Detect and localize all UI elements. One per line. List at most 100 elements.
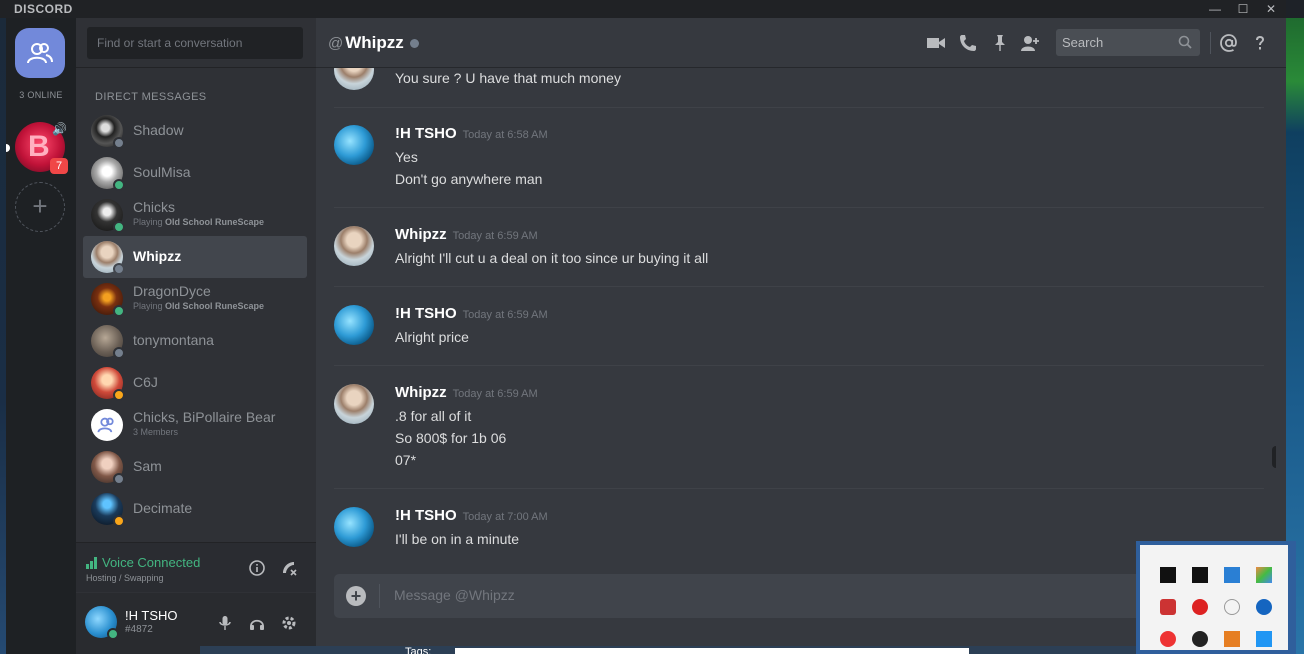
upload-plus-icon[interactable]: + — [346, 586, 366, 606]
author-name[interactable]: Whipzz — [395, 226, 447, 243]
dm-name: SoulMisa — [133, 164, 191, 180]
video-call-icon[interactable] — [926, 33, 946, 53]
tray-app-icon[interactable] — [1160, 599, 1176, 615]
author-name[interactable]: !H TSHO — [395, 125, 457, 142]
avatar[interactable] — [334, 384, 374, 424]
dm-item[interactable]: SoulMisa — [83, 152, 307, 194]
dm-item[interactable]: C6J — [83, 362, 307, 404]
message-author: !H TSHO Today at 7:00 AM — [395, 507, 548, 524]
search-input[interactable]: Search — [1056, 29, 1200, 56]
desktop-background-bottom: Tags: — [200, 646, 1140, 654]
tray-app-icon[interactable] — [1192, 567, 1208, 583]
dm-activity: Playing Old School RuneScape — [133, 301, 265, 311]
pin-icon[interactable] — [990, 33, 1010, 53]
microphone-icon[interactable] — [216, 614, 234, 632]
avatar[interactable] — [334, 305, 374, 345]
avatar[interactable] — [334, 68, 374, 90]
signal-icon — [86, 557, 97, 569]
add-friend-icon[interactable] — [1020, 33, 1040, 53]
desktop-input-strip — [455, 648, 969, 654]
dm-item[interactable]: Decimate — [83, 488, 307, 530]
mentions-icon[interactable] — [1219, 33, 1239, 53]
message-composer[interactable]: + Message @Whipzz — [334, 574, 1264, 618]
dm-name: C6J — [133, 374, 158, 390]
voice-channel[interactable]: Hosting / Swapping — [86, 573, 164, 583]
avatar[interactable] — [334, 125, 374, 165]
message-text: So 800$ for 1b 06 — [395, 430, 507, 446]
headphones-icon[interactable] — [248, 614, 266, 632]
status-indicator — [113, 179, 125, 191]
friends-home-button[interactable] — [15, 28, 65, 78]
help-icon[interactable] — [1250, 33, 1270, 53]
close-button[interactable]: ✕ — [1258, 0, 1284, 18]
settings-gear-icon[interactable] — [280, 614, 298, 632]
message-author: Whipzz Today at 6:59 AM — [395, 226, 538, 243]
dm-activity: Playing Old School RuneScape — [133, 217, 265, 227]
message-text: Alright price — [395, 329, 469, 345]
status-indicator — [113, 221, 125, 233]
dm-item[interactable]: DragonDyce Playing Old School RuneScape — [83, 278, 307, 320]
app-logo: DISCORD — [14, 2, 73, 16]
status-indicator — [113, 473, 125, 485]
dm-search-bar: Find or start a conversation — [76, 18, 316, 68]
status-indicator — [107, 628, 119, 640]
scrollbar-thumb[interactable] — [1272, 446, 1276, 468]
bluetooth-icon[interactable] — [1256, 599, 1272, 615]
message-input[interactable]: Message @Whipzz — [394, 587, 515, 603]
tray-app-icon[interactable] — [1160, 631, 1176, 647]
dm-name: Shadow — [133, 122, 184, 138]
group-avatar — [91, 409, 123, 441]
voice-call-icon[interactable] — [958, 33, 978, 53]
dm-name: Decimate — [133, 500, 193, 516]
maximize-button[interactable]: ☐ — [1230, 0, 1256, 18]
server-glyph: B — [28, 130, 50, 163]
dm-item-active[interactable]: Whipzz — [83, 236, 307, 278]
tray-app-icon[interactable] — [1160, 567, 1176, 583]
status-indicator — [113, 263, 125, 275]
dm-name: DragonDyce — [133, 283, 211, 299]
message-divider — [334, 365, 1264, 366]
add-server-button[interactable]: + — [15, 182, 65, 232]
dm-name: Sam — [133, 458, 162, 474]
cloud-icon[interactable] — [1224, 599, 1240, 615]
at-symbol: @ — [328, 35, 344, 52]
author-name[interactable]: !H TSHO — [395, 507, 457, 524]
system-tray-popup — [1136, 541, 1296, 654]
mention-badge: 7 — [50, 158, 68, 174]
dm-item[interactable]: Chicks Playing Old School RuneScape — [83, 194, 307, 236]
author-name[interactable]: Whipzz — [395, 384, 447, 401]
message-author: !H TSHO Today at 6:59 AM — [395, 305, 548, 322]
speaker-icon: 🔊 — [52, 122, 67, 136]
dm-search-input[interactable]: Find or start a conversation — [87, 27, 303, 59]
tray-app-icon[interactable] — [1224, 631, 1240, 647]
tray-app-icon[interactable] — [1224, 567, 1240, 583]
dm-item[interactable]: Shadow — [83, 110, 307, 152]
direct-messages-panel: Find or start a conversation DIRECT MESS… — [76, 18, 316, 654]
minimize-button[interactable]: — — [1202, 0, 1228, 18]
dm-item-group[interactable]: Chicks, BiPollaire Bear 3 Members — [83, 404, 307, 446]
dm-item[interactable]: tonymontana — [83, 320, 307, 362]
tray-app-icon[interactable] — [1192, 631, 1208, 647]
user-discriminator: #4872 — [125, 624, 153, 635]
disconnect-icon[interactable] — [280, 559, 298, 577]
tray-app-icon[interactable] — [1256, 631, 1272, 647]
tray-app-icon[interactable] — [1192, 599, 1208, 615]
tray-app-icon[interactable] — [1256, 567, 1272, 583]
info-icon[interactable] — [248, 559, 266, 577]
search-placeholder: Search — [1062, 35, 1104, 50]
message-text: You sure ? U have that much money — [395, 70, 621, 86]
message-text: I'll be on in a minute — [395, 531, 520, 547]
user-panel: !H TSHO #4872 — [76, 593, 316, 654]
avatar[interactable] — [334, 226, 374, 266]
group-icon — [97, 417, 114, 433]
author-name[interactable]: !H TSHO — [395, 305, 457, 322]
avatar[interactable] — [334, 507, 374, 547]
dm-item[interactable]: Sam — [83, 446, 307, 488]
online-count: 3 ONLINE — [19, 90, 63, 100]
message-divider — [334, 286, 1264, 287]
server-unread-indicator — [6, 144, 10, 152]
message-timestamp: Today at 7:00 AM — [462, 511, 548, 523]
message-divider — [334, 107, 1264, 108]
header-divider — [1210, 32, 1211, 54]
message-divider — [334, 207, 1264, 208]
